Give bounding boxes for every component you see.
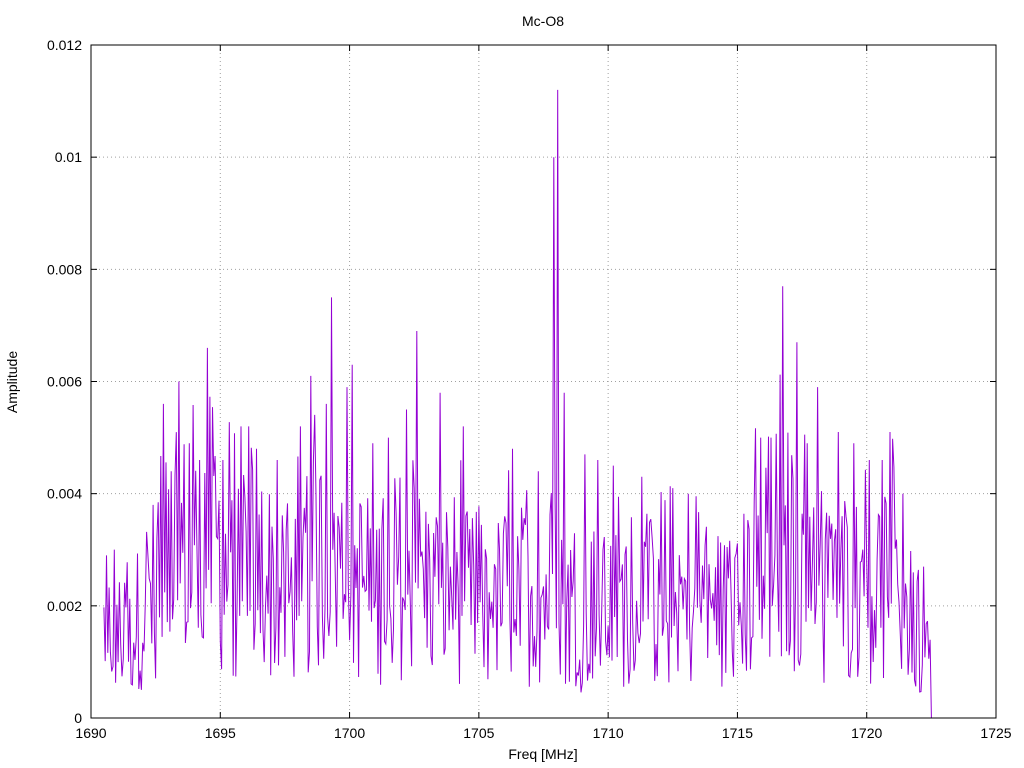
y-tick-label: 0 bbox=[74, 710, 82, 726]
y-tick-labels: 0 0.002 0.004 0.006 0.008 0.01 0.012 bbox=[47, 37, 82, 726]
y-tick-label: 0.004 bbox=[47, 486, 82, 502]
x-tick-label: 1690 bbox=[75, 725, 106, 741]
y-axis-label: Amplitude bbox=[4, 351, 20, 413]
y-tick-label: 0.008 bbox=[47, 261, 82, 277]
x-tick-label: 1700 bbox=[334, 725, 365, 741]
x-tick-label: 1725 bbox=[980, 725, 1011, 741]
x-axis-label: Freq [MHz] bbox=[508, 746, 577, 762]
grid-lines bbox=[91, 45, 996, 718]
x-tick-labels: 1690 1695 1700 1705 1710 1715 1720 1725 bbox=[75, 725, 1011, 741]
y-tick-label: 0.006 bbox=[47, 374, 82, 390]
y-tick-label: 0.01 bbox=[55, 149, 82, 165]
series-line bbox=[103, 89, 932, 719]
x-tick-label: 1720 bbox=[851, 725, 882, 741]
y-tick-label: 0.012 bbox=[47, 37, 82, 53]
x-tick-label: 1705 bbox=[463, 725, 494, 741]
chart-canvas: 1690 1695 1700 1705 1710 1715 1720 1725 00.0020… bbox=[4, 13, 1012, 762]
x-tick-label: 1710 bbox=[593, 725, 624, 741]
chart-title: Mc-O8 bbox=[522, 13, 564, 29]
y-tick-label: 0.002 bbox=[47, 598, 82, 614]
x-tick-label: 1695 bbox=[205, 725, 236, 741]
x-tick-label: 1715 bbox=[722, 725, 753, 741]
